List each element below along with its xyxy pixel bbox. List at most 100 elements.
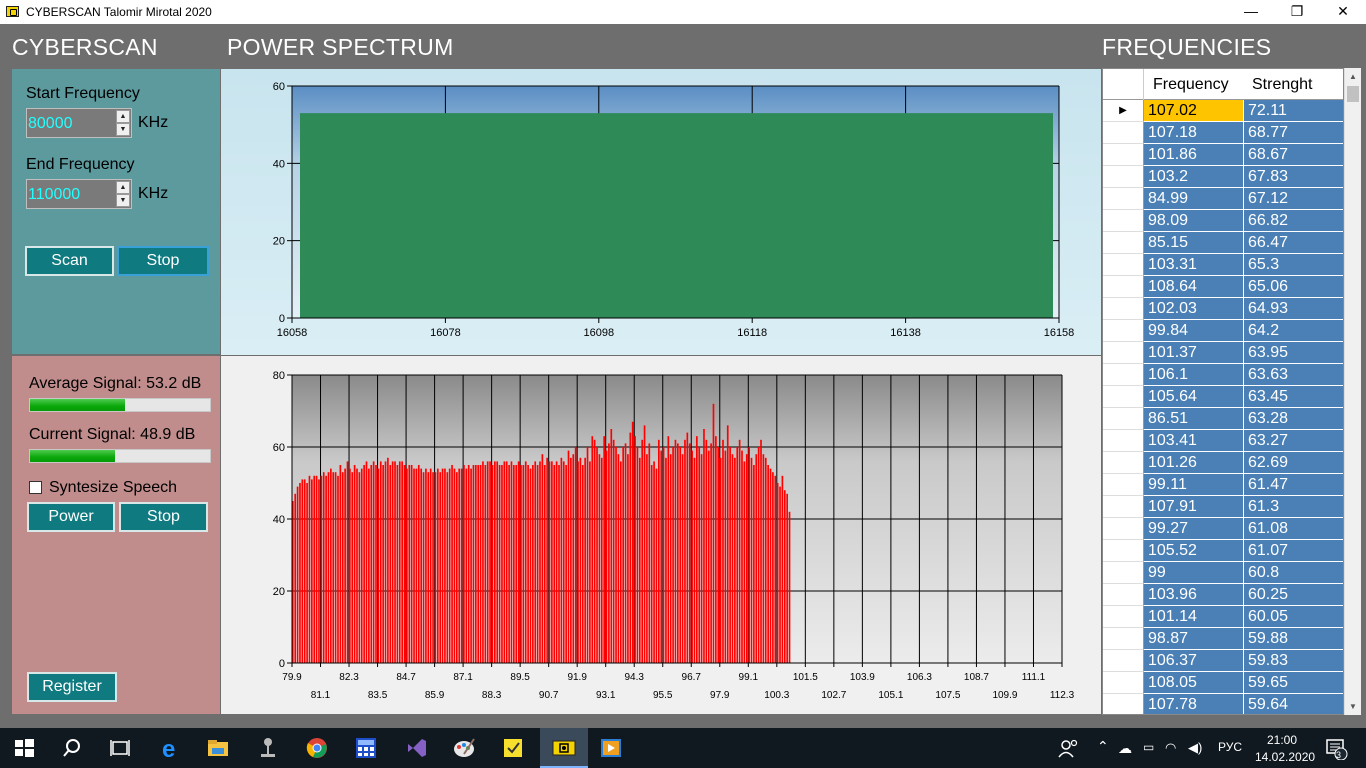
table-row[interactable]: 98.09 66.82 <box>1103 210 1343 232</box>
frequency-cell[interactable]: 105.64 <box>1144 386 1244 408</box>
strength-cell[interactable]: 67.12 <box>1244 188 1343 210</box>
table-row[interactable]: 98.87 59.88 <box>1103 628 1343 650</box>
windows-start-icon[interactable] <box>12 736 36 760</box>
table-row[interactable]: 103.2 67.83 <box>1103 166 1343 188</box>
row-header-cell[interactable] <box>1103 276 1144 298</box>
strength-cell[interactable]: 60.25 <box>1244 584 1343 606</box>
synthesize-speech-checkbox[interactable] <box>29 481 42 494</box>
calculator-icon[interactable] <box>354 736 378 760</box>
frequency-cell[interactable]: 99.11 <box>1144 474 1244 496</box>
strength-cell[interactable]: 63.63 <box>1244 364 1343 386</box>
table-row[interactable]: ▶ 107.02 72.11 <box>1103 100 1343 122</box>
frequency-cell[interactable]: 107.78 <box>1144 694 1244 714</box>
table-row[interactable]: 106.37 59.83 <box>1103 650 1343 672</box>
file-explorer-icon[interactable] <box>206 736 230 760</box>
frequencies-table[interactable]: Frequency Strenght ▶ 107.02 72.11 107.18 68.… <box>1102 68 1344 715</box>
strength-cell[interactable]: 62.69 <box>1244 452 1343 474</box>
frequency-cell[interactable]: 108.64 <box>1144 276 1244 298</box>
strength-cell[interactable]: 59.64 <box>1244 694 1343 714</box>
table-row[interactable]: 101.26 62.69 <box>1103 452 1343 474</box>
scroll-up-icon[interactable]: ▲ <box>1345 68 1361 85</box>
register-button[interactable]: Register <box>27 672 117 702</box>
table-row[interactable]: 107.91 61.3 <box>1103 496 1343 518</box>
table-row[interactable]: 107.18 68.77 <box>1103 122 1343 144</box>
table-row[interactable]: 102.03 64.93 <box>1103 298 1343 320</box>
end-frequency-spinner[interactable]: 110000 ▲ ▼ <box>26 179 132 209</box>
frequency-cell[interactable]: 106.1 <box>1144 364 1244 386</box>
table-row[interactable]: 84.99 67.12 <box>1103 188 1343 210</box>
table-row[interactable]: 99.27 61.08 <box>1103 518 1343 540</box>
frequency-cell[interactable]: 103.96 <box>1144 584 1244 606</box>
maximize-button[interactable]: ❐ <box>1274 0 1320 24</box>
row-pointer-icon[interactable]: ▶ <box>1103 100 1144 122</box>
strength-cell[interactable]: 60.8 <box>1244 562 1343 584</box>
strength-cell[interactable]: 61.07 <box>1244 540 1343 562</box>
frequency-cell[interactable]: 108.05 <box>1144 672 1244 694</box>
frequency-cell[interactable]: 107.02 <box>1144 100 1244 122</box>
edge-browser-icon[interactable]: e <box>159 736 183 760</box>
table-row[interactable]: 106.1 63.63 <box>1103 364 1343 386</box>
end-frequency-value[interactable]: 110000 <box>28 186 80 204</box>
row-header-cell[interactable] <box>1103 672 1144 694</box>
synthesize-speech-label[interactable]: Syntesize Speech <box>49 479 177 497</box>
frequency-cell[interactable]: 101.14 <box>1144 606 1244 628</box>
table-row[interactable]: 99 60.8 <box>1103 562 1343 584</box>
strength-cell[interactable]: 63.28 <box>1244 408 1343 430</box>
row-header-cell[interactable] <box>1103 144 1144 166</box>
table-row[interactable]: 103.41 63.27 <box>1103 430 1343 452</box>
task-view-icon[interactable] <box>108 736 132 760</box>
row-header-cell[interactable] <box>1103 518 1144 540</box>
frequency-cell[interactable]: 105.52 <box>1144 540 1244 562</box>
row-header-cell[interactable] <box>1103 188 1144 210</box>
clock-date[interactable]: 14.02.2020 <box>1255 750 1315 764</box>
frequency-cell[interactable]: 101.37 <box>1144 342 1244 364</box>
speech-stop-button[interactable]: Stop <box>119 502 208 532</box>
strength-cell[interactable]: 63.95 <box>1244 342 1343 364</box>
table-row[interactable]: 101.14 60.05 <box>1103 606 1343 628</box>
chrome-browser-icon[interactable] <box>305 736 329 760</box>
power-button[interactable]: Power <box>27 502 115 532</box>
table-row[interactable]: 105.52 61.07 <box>1103 540 1343 562</box>
people-icon[interactable] <box>1057 736 1081 760</box>
strength-cell[interactable]: 68.77 <box>1244 122 1343 144</box>
media-player-icon[interactable] <box>599 736 623 760</box>
cyberscan-taskbar-item[interactable] <box>540 728 588 768</box>
frequency-cell[interactable]: 84.99 <box>1144 188 1244 210</box>
clock-time[interactable]: 21:00 <box>1267 733 1297 747</box>
frequency-cell[interactable]: 103.41 <box>1144 430 1244 452</box>
search-icon[interactable] <box>60 736 84 760</box>
frequency-cell[interactable]: 102.03 <box>1144 298 1244 320</box>
volume-icon[interactable]: ◀) <box>1188 740 1202 756</box>
spin-up-icon[interactable]: ▲ <box>116 181 130 194</box>
strength-cell[interactable]: 60.05 <box>1244 606 1343 628</box>
strength-cell[interactable]: 66.82 <box>1244 210 1343 232</box>
frequency-cell[interactable]: 101.86 <box>1144 144 1244 166</box>
strength-cell[interactable]: 68.67 <box>1244 144 1343 166</box>
strength-cell[interactable]: 64.2 <box>1244 320 1343 342</box>
table-row[interactable]: 101.37 63.95 <box>1103 342 1343 364</box>
tools-icon[interactable] <box>256 736 280 760</box>
table-row[interactable]: 101.86 68.67 <box>1103 144 1343 166</box>
row-header-cell[interactable] <box>1103 210 1144 232</box>
strength-cell[interactable]: 65.3 <box>1244 254 1343 276</box>
row-header-cell[interactable] <box>1103 452 1144 474</box>
frequency-cell[interactable]: 103.31 <box>1144 254 1244 276</box>
strength-cell[interactable]: 61.08 <box>1244 518 1343 540</box>
scroll-thumb[interactable] <box>1347 86 1359 102</box>
frequency-cell[interactable]: 98.87 <box>1144 628 1244 650</box>
row-header-cell[interactable] <box>1103 298 1144 320</box>
row-header-cell[interactable] <box>1103 122 1144 144</box>
scroll-down-icon[interactable]: ▼ <box>1345 698 1361 715</box>
row-header-cell[interactable] <box>1103 694 1144 714</box>
table-row[interactable]: 108.05 59.65 <box>1103 672 1343 694</box>
row-header-cell[interactable] <box>1103 342 1144 364</box>
minimize-button[interactable]: — <box>1228 0 1274 24</box>
strength-cell[interactable]: 61.47 <box>1244 474 1343 496</box>
table-row[interactable]: 107.78 59.64 <box>1103 694 1343 714</box>
table-scrollbar[interactable]: ▲ ▼ <box>1344 68 1361 715</box>
column-header-frequency[interactable]: Frequency <box>1153 76 1229 94</box>
frequency-cell[interactable]: 86.51 <box>1144 408 1244 430</box>
battery-icon[interactable]: ▭ <box>1143 740 1154 754</box>
strength-cell[interactable]: 72.11 <box>1244 100 1343 122</box>
start-frequency-value[interactable]: 80000 <box>28 115 73 133</box>
